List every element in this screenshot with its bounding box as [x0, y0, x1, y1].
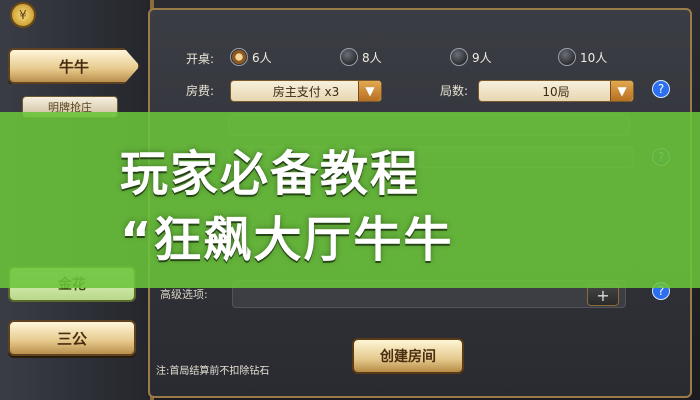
rounds-label: 局数:: [440, 84, 469, 98]
sidebar-item-sangong[interactable]: 三公: [8, 320, 136, 356]
option-label: 8人: [362, 50, 382, 65]
table-option-9[interactable]: 9人: [450, 48, 492, 66]
banner-title-line-1: 玩家必备教程: [120, 146, 421, 202]
room-fee-value: 房主支付 x3: [272, 84, 340, 99]
title-banner: 玩家必备教程 “狂飙大厅牛牛: [0, 112, 700, 288]
option-label: 9人: [472, 50, 492, 65]
diamond-note: 注:首局结算前不扣除钻石: [156, 366, 270, 377]
rounds-value: 10局: [542, 84, 570, 99]
help-glyph: ?: [657, 82, 665, 96]
sidebar-item-label: 牛牛: [58, 57, 89, 76]
create-room-button[interactable]: 创建房间: [352, 338, 464, 374]
table-size-label: 开桌:: [186, 52, 215, 66]
radio-icon: [340, 48, 358, 66]
table-option-6[interactable]: 6人: [230, 48, 272, 66]
option-label: 10人: [580, 50, 608, 65]
advanced-options-label: 高级选项:: [160, 288, 208, 301]
banner-title-line-2: “狂飙大厅牛牛: [120, 212, 454, 268]
radio-selected-icon: [230, 48, 248, 66]
table-option-10[interactable]: 10人: [558, 48, 607, 66]
chevron-down-icon: ▼: [358, 81, 381, 101]
radio-icon: [450, 48, 468, 66]
room-fee-label: 房费:: [186, 84, 215, 98]
room-fee-select[interactable]: 房主支付 x3 ▼: [230, 80, 382, 102]
radio-icon: [558, 48, 576, 66]
chevron-down-icon: ▼: [610, 81, 633, 101]
table-option-8[interactable]: 8人: [340, 48, 382, 66]
rounds-select[interactable]: 10局 ▼: [478, 80, 634, 102]
coin-icon: ¥: [10, 2, 36, 28]
help-icon[interactable]: ?: [652, 80, 670, 98]
sidebar-item-niuniu[interactable]: 牛牛: [8, 48, 140, 84]
option-label: 6人: [252, 50, 272, 65]
sidebar-item-label: 三公: [56, 329, 87, 348]
create-room-label: 创建房间: [380, 349, 436, 365]
